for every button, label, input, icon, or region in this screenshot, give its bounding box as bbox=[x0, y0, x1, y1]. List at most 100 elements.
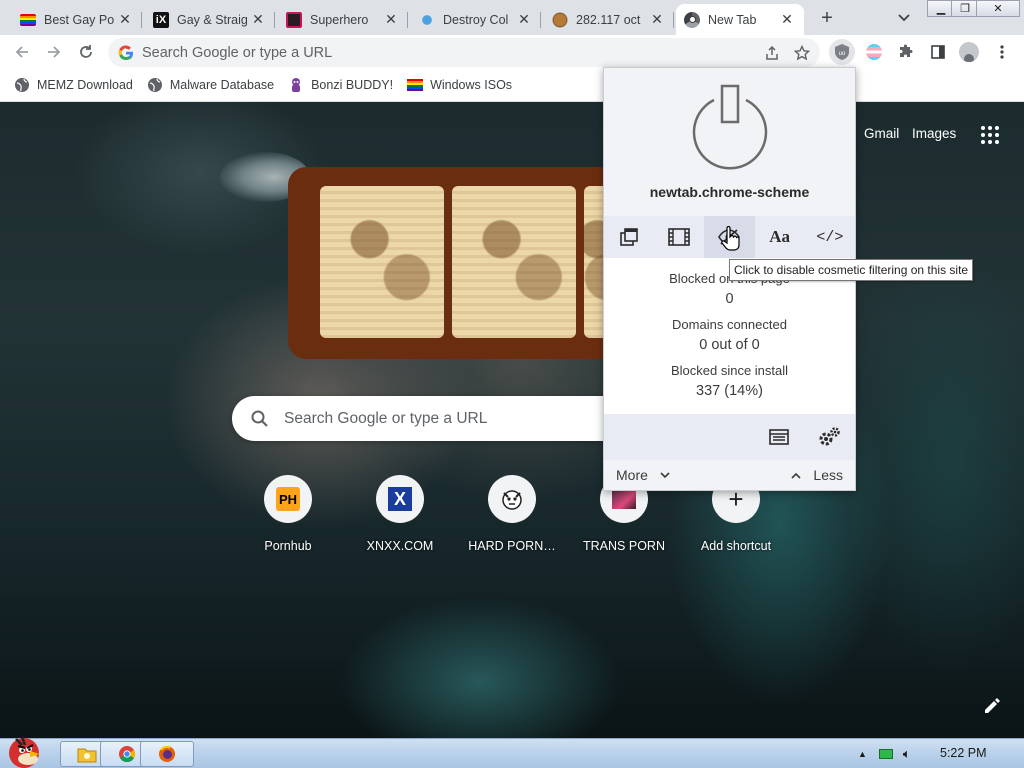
tab-destroy[interactable]: Destroy Col ✕ bbox=[411, 4, 541, 35]
media-blocking-icon bbox=[668, 228, 691, 246]
back-button[interactable] bbox=[10, 40, 34, 64]
extensions-puzzle-icon[interactable] bbox=[894, 40, 918, 64]
start-button-angry-bird-icon[interactable] bbox=[2, 731, 48, 768]
hand-cursor-icon bbox=[721, 226, 740, 251]
animal-icon bbox=[502, 490, 522, 510]
tab-best-gay[interactable]: Best Gay Po ✕ bbox=[12, 4, 142, 35]
share-icon[interactable] bbox=[764, 45, 780, 61]
doodle-panel bbox=[320, 186, 444, 338]
address-bar[interactable]: Search Google or type a URL bbox=[108, 38, 820, 67]
shortcut-hard-porn[interactable]: HARD PORN… bbox=[456, 475, 568, 553]
search-box[interactable]: Search Google or type a URL bbox=[232, 396, 652, 441]
tooltip: Click to disable cosmetic filtering on t… bbox=[729, 259, 974, 281]
taskbar-clock[interactable]: 5:22 PM bbox=[940, 746, 987, 760]
blocked-install-label: Blocked since install bbox=[670, 363, 789, 378]
shortcut-pornhub[interactable]: PH Pornhub bbox=[232, 475, 344, 553]
close-icon[interactable]: ✕ bbox=[778, 11, 796, 29]
maximize-button[interactable]: ❐ bbox=[951, 0, 979, 17]
toolbar: Search Google or type a URL uo bbox=[0, 35, 1024, 69]
power-area: newtab.chrome-scheme bbox=[604, 68, 855, 216]
gmail-link[interactable]: Gmail bbox=[864, 126, 899, 141]
tab-cookie[interactable]: 282.117 oct ✕ bbox=[544, 4, 674, 35]
trans-flag-extension-icon[interactable] bbox=[862, 40, 886, 64]
popup-blocking-button[interactable] bbox=[604, 216, 654, 258]
popup-blocking-icon bbox=[620, 228, 638, 246]
search-icon bbox=[251, 410, 268, 427]
close-icon[interactable]: ✕ bbox=[382, 11, 400, 29]
google-doodle[interactable] bbox=[288, 167, 618, 359]
more-menu-icon[interactable] bbox=[990, 40, 1014, 64]
search-input[interactable]: Search Google or type a URL bbox=[284, 410, 487, 428]
fonts-button[interactable]: Aa bbox=[755, 216, 805, 258]
apps-grid-icon[interactable] bbox=[981, 126, 999, 144]
more-less-row: More Less bbox=[604, 460, 855, 490]
star-icon[interactable] bbox=[794, 44, 810, 61]
speaker-icon[interactable]: 🔈︎ bbox=[903, 746, 911, 762]
bonzi-icon bbox=[292, 78, 301, 92]
ph-icon: PH bbox=[276, 487, 300, 511]
reload-button[interactable] bbox=[74, 40, 98, 64]
windows-taskbar: ▲ 🔈︎ 5:22 PM bbox=[0, 736, 1024, 768]
fonts-icon: Aa bbox=[769, 227, 791, 246]
more-button[interactable]: More bbox=[616, 467, 670, 483]
logger-icon[interactable] bbox=[769, 429, 789, 445]
shortcut-tile[interactable]: X bbox=[376, 475, 424, 523]
chrome-icon bbox=[119, 746, 136, 763]
arrow-left-icon bbox=[15, 46, 28, 58]
blocked-install-value: 337 (14%) bbox=[696, 383, 763, 399]
close-icon[interactable]: ✕ bbox=[648, 11, 666, 29]
trans-site-icon bbox=[612, 489, 636, 509]
stats-panel: Blocked on this page 0 Domains connected… bbox=[604, 258, 855, 414]
side-panel-icon[interactable] bbox=[926, 40, 950, 64]
shortcut-tile[interactable]: PH bbox=[264, 475, 312, 523]
tab-new-tab[interactable]: New Tab ✕ bbox=[676, 4, 804, 35]
ublock-origin-icon[interactable]: uo bbox=[829, 39, 855, 65]
shortcut-tile[interactable] bbox=[488, 475, 536, 523]
taskbar-firefox-button[interactable] bbox=[140, 741, 194, 767]
chevron-down-icon[interactable] bbox=[893, 8, 915, 28]
destroy-site-icon bbox=[419, 11, 435, 28]
close-icon[interactable]: ✕ bbox=[515, 11, 533, 29]
chevron-down-icon bbox=[660, 471, 670, 478]
bottom-tool-row bbox=[604, 414, 855, 460]
svg-text:uo: uo bbox=[839, 51, 846, 57]
javascript-button[interactable]: </> bbox=[805, 216, 855, 258]
chevron-up-icon[interactable]: ▲ bbox=[858, 749, 867, 759]
media-blocking-button[interactable] bbox=[654, 216, 704, 258]
shortcut-xnxx[interactable]: X XNXX.COM bbox=[344, 475, 456, 553]
less-button[interactable]: Less bbox=[791, 467, 843, 483]
forward-button[interactable] bbox=[42, 40, 66, 64]
power-button-icon[interactable] bbox=[684, 78, 776, 170]
superhero-site-icon bbox=[286, 11, 302, 28]
tab-superhero[interactable]: Superhero ✕ bbox=[278, 4, 408, 35]
bookmark-bonzi-buddy[interactable]: Bonzi BUDDY! bbox=[288, 77, 393, 93]
battery-icon[interactable] bbox=[878, 749, 893, 759]
doodle-panel bbox=[452, 186, 576, 338]
close-icon[interactable]: ✕ bbox=[116, 11, 134, 29]
bookmark-memz[interactable]: MEMZ Download bbox=[14, 77, 133, 93]
rainbow-flag-icon bbox=[407, 79, 424, 91]
reload-icon bbox=[80, 45, 92, 58]
new-tab-button[interactable]: + bbox=[814, 6, 840, 30]
tab-gay-straight[interactable]: iX Gay & Straig ✕ bbox=[145, 4, 275, 35]
blocked-page-value: 0 bbox=[725, 291, 734, 307]
globe-icon bbox=[15, 78, 29, 92]
profile-avatar-icon[interactable] bbox=[957, 40, 981, 64]
close-window-button[interactable]: ✕ bbox=[976, 0, 1020, 17]
images-link[interactable]: Images bbox=[912, 126, 956, 141]
folder-icon bbox=[77, 748, 97, 763]
cookie-site-icon bbox=[552, 11, 568, 28]
bookmark-malware-database[interactable]: Malware Database bbox=[147, 77, 274, 93]
tray-area: ▲ 🔈︎ bbox=[858, 739, 911, 768]
firefox-icon bbox=[159, 745, 175, 762]
dashboard-gears-icon[interactable] bbox=[818, 426, 842, 448]
bookmark-windows-isos[interactable]: Windows ISOs bbox=[407, 78, 512, 92]
bookmarks-bar: MEMZ Download Malware Database Bonzi BUD… bbox=[0, 69, 1024, 102]
tab-strip: Best Gay Po ✕ iX Gay & Straig ✕ Superher… bbox=[0, 0, 1024, 35]
address-input[interactable]: Search Google or type a URL bbox=[142, 45, 764, 61]
domains-connected-label: Domains connected bbox=[672, 317, 787, 332]
customize-pencil-icon[interactable] bbox=[982, 696, 1002, 716]
hostname: newtab.chrome-scheme bbox=[649, 184, 810, 200]
chrome-icon bbox=[684, 11, 700, 28]
close-icon[interactable]: ✕ bbox=[249, 11, 267, 29]
